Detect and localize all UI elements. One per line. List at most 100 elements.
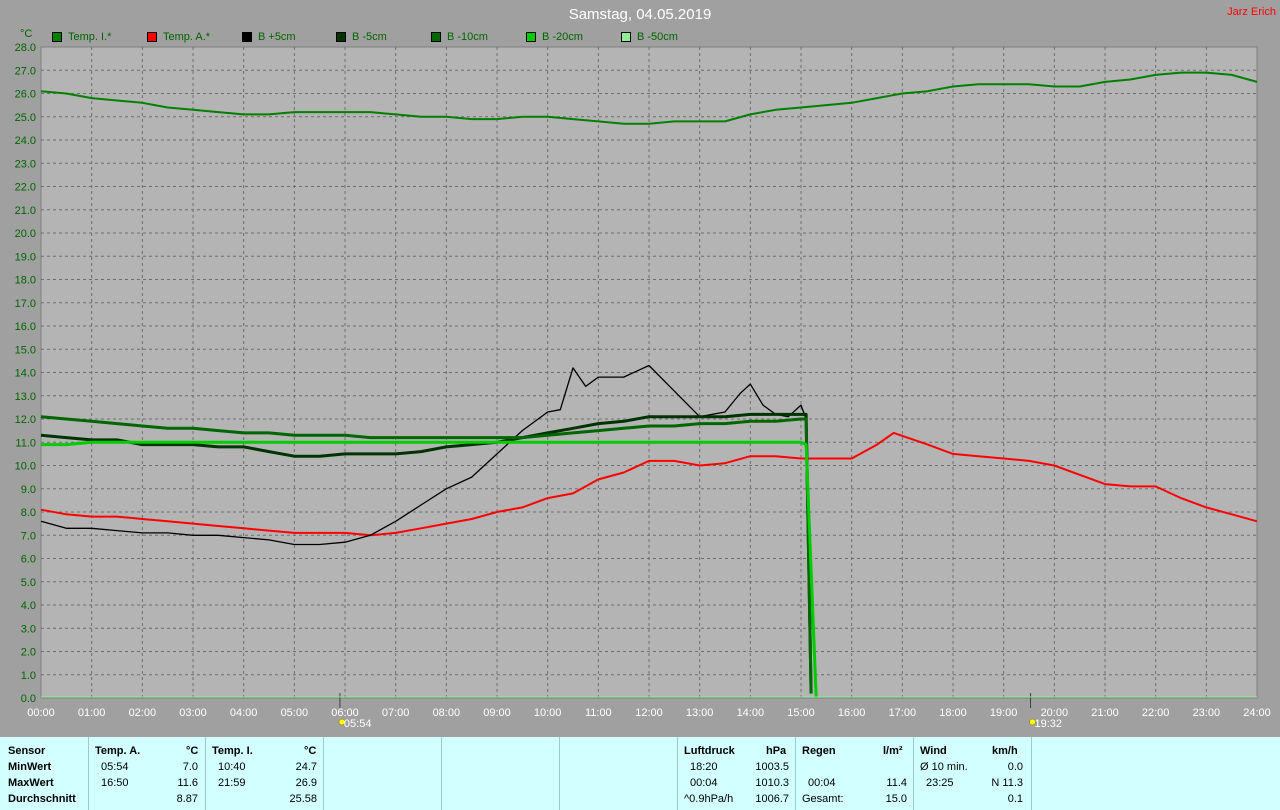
wind-unit: km/h	[992, 745, 1018, 757]
x-tick-label: 18:00	[939, 707, 967, 719]
y-tick-label: 13.0	[15, 391, 36, 403]
y-tick-label: 0.0	[21, 693, 36, 705]
legend-item-b-minus10: B -10cm	[431, 31, 488, 43]
column-divider	[1031, 737, 1032, 810]
rain-header: Regen	[802, 745, 836, 757]
temp-i-unit: °C	[304, 745, 317, 757]
wind-avg-label: Ø 10 min.	[920, 761, 968, 773]
temp-i-average: 25.58	[289, 793, 317, 805]
x-tick-label: 05:00	[281, 707, 309, 719]
legend-label: Temp. A.*	[163, 31, 211, 43]
x-tick-label: 07:00	[382, 707, 410, 719]
legend-label: B -20cm	[542, 31, 583, 43]
x-tick-label: 19:00	[990, 707, 1018, 719]
y-tick-label: 3.0	[21, 623, 36, 635]
x-tick-label: 08:00	[433, 707, 461, 719]
rain-total-value: 15.0	[885, 793, 907, 805]
x-tick-label: 13:00	[686, 707, 714, 719]
y-tick-label: 17.0	[15, 298, 36, 310]
x-tick-label: 11:00	[585, 707, 612, 719]
legend-label: B -10cm	[447, 31, 488, 43]
x-tick-label: 21:00	[1091, 707, 1119, 719]
x-tick-label: 10:00	[534, 707, 562, 719]
row-label-sensor: Sensor	[8, 745, 46, 757]
temp-a-max-time: 16:50	[101, 777, 129, 789]
y-tick-label: 25.0	[15, 112, 36, 124]
y-tick-label: 27.0	[15, 65, 36, 77]
temp-i-header: Temp. I.	[212, 745, 253, 757]
pressure-header: Luftdruck	[684, 745, 735, 757]
legend-swatch	[621, 32, 631, 42]
statistics-table: Sensor MinWert MaxWert Durchschnitt Temp…	[0, 737, 1280, 810]
y-tick-label: 24.0	[15, 135, 36, 147]
sun-marker-label: 19:32	[1035, 718, 1063, 730]
legend-item-b-minus20: B -20cm	[526, 31, 583, 43]
legend-swatch	[242, 32, 252, 42]
y-tick-label: 4.0	[21, 600, 36, 612]
x-tick-label: 00:00	[27, 707, 55, 719]
y-tick-label: 16.0	[15, 321, 36, 333]
rain-max-time: 00:04	[808, 777, 836, 789]
wind-header: Wind	[920, 745, 947, 757]
y-tick-label: 11.0	[15, 437, 36, 449]
x-tick-label: 24:00	[1243, 707, 1271, 719]
wind-value: 0.1	[1007, 793, 1023, 805]
legend-item-temp-i: Temp. I.*	[52, 31, 111, 43]
column-divider	[795, 737, 796, 810]
legend-item-b-minus5: B -5cm	[336, 31, 387, 43]
x-tick-label: 15:00	[787, 707, 815, 719]
pressure-unit: hPa	[766, 745, 787, 757]
temp-i-max-value: 26.9	[295, 777, 317, 789]
x-tick-label: 17:00	[889, 707, 917, 719]
y-tick-label: 12.0	[15, 414, 36, 426]
y-tick-label: 7.0	[21, 530, 36, 542]
y-axis-ticks: 0.0 1.0 2.0 3.0 4.0 5.0 6.0 7.0 8.0 9.0 10.0 11.0 12…	[15, 42, 36, 705]
temp-i-max-time: 21:59	[218, 777, 246, 789]
x-tick-label: 09:00	[483, 707, 511, 719]
pressure-max-value: 1010.3	[755, 777, 789, 789]
wind-max-time: 23:25	[926, 777, 954, 789]
temp-a-header: Temp. A.	[95, 745, 141, 757]
pressure-max-time: 00:04	[690, 777, 718, 789]
pressure-min-value: 1003.5	[755, 761, 789, 773]
temp-a-unit: °C	[186, 745, 199, 757]
column-divider	[441, 737, 442, 810]
legend-label: B +5cm	[258, 31, 296, 43]
legend-swatch	[431, 32, 441, 42]
row-label-max: MaxWert	[8, 777, 54, 789]
temp-a-max-value: 11.6	[177, 777, 198, 789]
y-tick-label: 22.0	[15, 182, 36, 194]
legend-label: B -5cm	[352, 31, 387, 43]
x-tick-label: 04:00	[230, 707, 258, 719]
y-tick-label: 2.0	[21, 647, 36, 659]
author-label: Jarz Erich	[1227, 6, 1276, 18]
sun-marker-label: 05:54	[344, 718, 372, 730]
y-tick-label: 5.0	[21, 577, 36, 589]
row-label-avg: Durchschnitt	[8, 793, 76, 805]
x-tick-label: 14:00	[737, 707, 765, 719]
y-tick-label: 8.0	[21, 507, 36, 519]
temp-a-min-time: 05:54	[101, 761, 129, 773]
legend-swatch	[336, 32, 346, 42]
rain-max-value: 11.4	[886, 777, 907, 789]
pressure-trend: ^0.9hPa/h	[684, 793, 734, 805]
temp-i-min-time: 10:40	[218, 761, 246, 773]
temp-a-average: 8.87	[176, 793, 198, 805]
page-title: Samstag, 04.05.2019	[568, 6, 712, 23]
legend-swatch	[147, 32, 157, 42]
y-tick-label: 23.0	[15, 158, 36, 170]
y-tick-label: 6.0	[21, 554, 36, 566]
x-tick-label: 02:00	[129, 707, 157, 719]
pressure-min-time: 18:20	[690, 761, 718, 773]
y-tick-label: 10.0	[15, 461, 36, 473]
x-tick-label: 16:00	[838, 707, 866, 719]
column-divider	[205, 737, 206, 810]
y-axis-label: °C	[20, 28, 32, 40]
x-tick-label: 22:00	[1142, 707, 1170, 719]
legend-item-b-plus5: B +5cm	[242, 31, 296, 43]
legend-label: B -50cm	[637, 31, 678, 43]
y-tick-label: 9.0	[21, 484, 36, 496]
y-tick-label: 15.0	[15, 344, 36, 356]
y-tick-label: 1.0	[21, 670, 36, 682]
column-divider	[323, 737, 324, 810]
